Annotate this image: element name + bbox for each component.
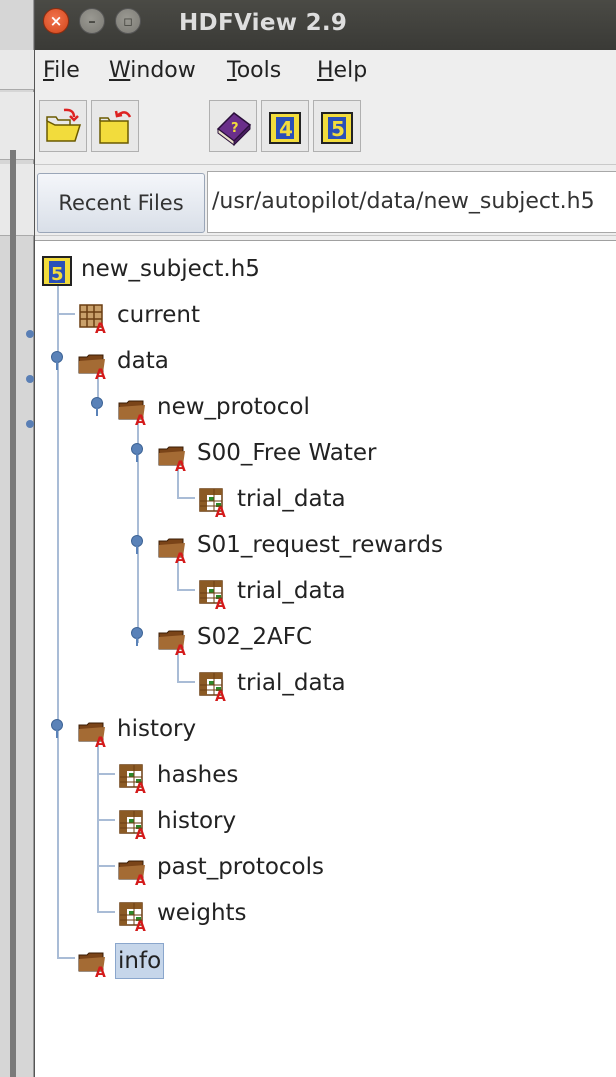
svg-text:A: A xyxy=(175,643,186,655)
close-icon: × xyxy=(49,12,63,30)
open-readonly-button[interactable] xyxy=(91,100,139,152)
tree-node-label: new_protocol xyxy=(157,394,310,420)
hdf5-library-version-icon: 5 xyxy=(321,112,353,144)
maximize-window-button[interactable]: ▫ xyxy=(115,8,141,34)
hdf5-file-icon: 5 xyxy=(41,255,73,291)
svg-text:A: A xyxy=(135,413,146,425)
menu-tools[interactable]: Tools xyxy=(227,58,281,83)
table-dataset-icon: A xyxy=(117,899,149,935)
svg-text:A: A xyxy=(175,551,186,563)
tree-node-label: info xyxy=(115,943,165,979)
tree-node-label: history xyxy=(157,808,237,834)
svg-text:A: A xyxy=(135,919,146,931)
group-folder-icon: A xyxy=(77,715,109,751)
svg-text:?: ? xyxy=(231,121,239,136)
group-folder-icon: A xyxy=(157,623,189,659)
group-folder-icon: A xyxy=(117,853,149,889)
maximize-icon: ▫ xyxy=(122,12,134,30)
tree-node-label: S02_2AFC xyxy=(197,624,313,650)
tree-node-label: current xyxy=(117,302,200,328)
svg-text:A: A xyxy=(95,367,106,379)
svg-text:A: A xyxy=(215,505,226,517)
recent-files-bar: Recent Files /usr/autopilot/data/new_sub… xyxy=(35,164,616,236)
svg-text:A: A xyxy=(135,827,146,839)
menu-bar: File Window Tools Help xyxy=(35,50,616,90)
svg-text:A: A xyxy=(95,735,106,747)
tree-node-label: hashes xyxy=(157,762,239,788)
window-title: HDFView 2.9 xyxy=(179,10,348,36)
tree-node-label: history xyxy=(117,716,197,742)
users-guide-button[interactable]: ? xyxy=(209,100,257,152)
svg-text:A: A xyxy=(215,689,226,701)
group-folder-icon: A xyxy=(157,531,189,567)
menu-file[interactable]: File xyxy=(43,58,80,83)
title-bar: × – ▫ HDFView 2.9 xyxy=(35,0,616,50)
svg-text:5: 5 xyxy=(51,264,64,285)
tree-node-label: S01_request_rewards xyxy=(197,532,443,558)
expand-toggle[interactable] xyxy=(91,397,103,416)
minimize-icon: – xyxy=(88,12,96,30)
svg-text:5: 5 xyxy=(331,117,345,141)
open-file-button[interactable] xyxy=(39,100,87,152)
expand-toggle[interactable] xyxy=(51,719,63,738)
tree-node-label: new_subject.h5 xyxy=(81,256,260,282)
compound-dataset-icon: A xyxy=(77,301,109,337)
tree-node-label: trial_data xyxy=(237,486,346,512)
expand-toggle[interactable] xyxy=(131,443,143,462)
users-guide-book-icon: ? xyxy=(216,112,252,147)
svg-text:4: 4 xyxy=(279,117,293,141)
svg-text:A: A xyxy=(95,965,106,977)
close-window-button[interactable]: × xyxy=(43,8,69,34)
recent-files-button[interactable]: Recent Files xyxy=(37,173,205,233)
table-dataset-icon: A xyxy=(117,761,149,797)
hdfview-window: × – ▫ HDFView 2.9 File Window Tools Help xyxy=(34,0,616,1077)
group-folder-icon: A xyxy=(77,347,109,383)
expand-toggle[interactable] xyxy=(131,535,143,554)
svg-text:A: A xyxy=(95,321,106,333)
hdf4-library-version-icon: 4 xyxy=(269,112,301,144)
svg-text:A: A xyxy=(175,459,186,471)
file-tree-pane: 5 new_subject.h5 A current A data A new_… xyxy=(35,240,616,1077)
table-dataset-icon: A xyxy=(197,577,229,613)
group-folder-icon: A xyxy=(117,393,149,429)
svg-text:A: A xyxy=(135,781,146,793)
table-dataset-icon: A xyxy=(197,669,229,705)
tree-line xyxy=(57,281,59,957)
expand-toggle[interactable] xyxy=(131,627,143,646)
recent-file-path-field[interactable]: /usr/autopilot/data/new_subject.h5 xyxy=(207,171,616,233)
menu-help[interactable]: Help xyxy=(317,58,367,83)
menu-window[interactable]: Window xyxy=(109,58,196,83)
table-dataset-icon: A xyxy=(117,807,149,843)
minimize-window-button[interactable]: – xyxy=(79,8,105,34)
group-folder-icon: A xyxy=(77,945,109,981)
svg-text:A: A xyxy=(215,597,226,609)
tree-node-label: S00_Free Water xyxy=(197,440,377,466)
expand-toggle[interactable] xyxy=(51,351,63,370)
table-dataset-icon: A xyxy=(197,485,229,521)
svg-text:A: A xyxy=(135,873,146,885)
toolbar: ? 4 5 xyxy=(35,92,616,160)
hdf5-library-button[interactable]: 5 xyxy=(313,100,361,152)
tree-node-label: trial_data xyxy=(237,578,346,604)
group-folder-icon: A xyxy=(157,439,189,475)
tree-node-label: data xyxy=(117,348,169,374)
open-folder-readonly-icon xyxy=(99,110,132,144)
tree-node-label: weights xyxy=(157,900,247,926)
tree-node-label: trial_data xyxy=(237,670,346,696)
background-window xyxy=(0,0,34,1077)
tree-node-label: past_protocols xyxy=(157,854,324,880)
open-folder-icon xyxy=(46,108,82,142)
hdf4-library-button[interactable]: 4 xyxy=(261,100,309,152)
